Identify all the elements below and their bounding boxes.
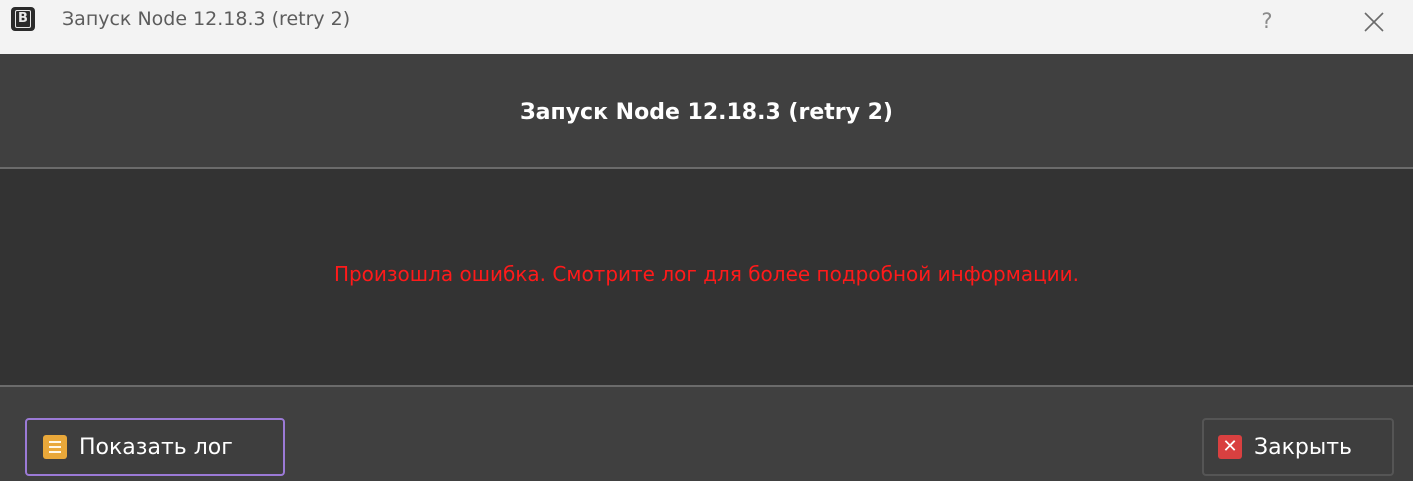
close-button[interactable]: ✕ Закрыть — [1202, 418, 1394, 476]
error-message: Произошла ошибка. Смотрите лог для более… — [333, 262, 1080, 286]
close-label: Закрыть — [1254, 434, 1352, 460]
dialog-window: B Запуск Node 12.18.3 (retry 2) ? Запуск… — [0, 0, 1413, 481]
dialog-header: Запуск Node 12.18.3 (retry 2) — [0, 54, 1413, 167]
close-icon[interactable] — [1360, 8, 1388, 36]
window-title: Запуск Node 12.18.3 (retry 2) — [62, 8, 351, 30]
help-icon[interactable]: ? — [1255, 7, 1279, 35]
close-x-icon: ✕ — [1218, 435, 1242, 459]
log-list-icon — [43, 435, 67, 459]
show-log-button[interactable]: Показать лог — [25, 418, 285, 476]
dialog-footer: Показать лог ✕ Закрыть — [0, 387, 1413, 481]
dialog-title: Запуск Node 12.18.3 (retry 2) — [520, 100, 893, 125]
dialog-content: Произошла ошибка. Смотрите лог для более… — [0, 169, 1413, 385]
show-log-label: Показать лог — [79, 434, 233, 460]
app-logo-letter: B — [15, 10, 31, 28]
title-bar: B Запуск Node 12.18.3 (retry 2) ? — [0, 0, 1413, 54]
app-logo-icon: B — [11, 7, 35, 31]
